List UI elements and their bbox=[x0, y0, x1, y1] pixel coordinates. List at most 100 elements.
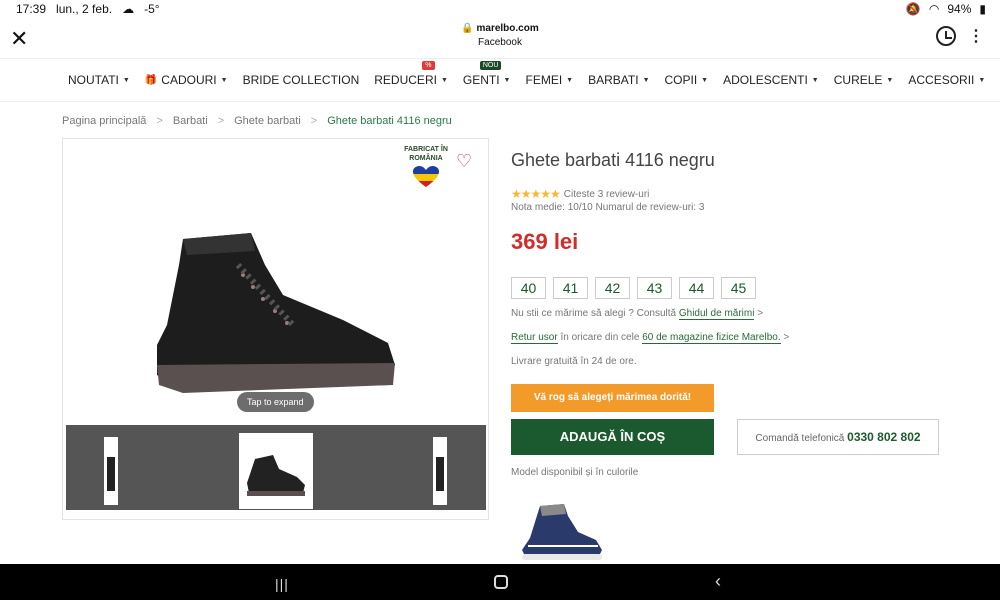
breadcrumb-separator: > bbox=[310, 115, 318, 127]
home-icon[interactable] bbox=[494, 575, 508, 589]
more-menu-icon[interactable]: ⋮ bbox=[968, 26, 984, 46]
breadcrumb-separator: > bbox=[156, 115, 163, 127]
nav-item-femei[interactable]: FEMEI ▼ bbox=[525, 73, 573, 87]
thumbnail-image-selected[interactable] bbox=[239, 433, 313, 509]
history-icon[interactable] bbox=[936, 26, 956, 46]
nav-item-genti[interactable]: GENTI ▼ NOU bbox=[462, 61, 510, 87]
thumbnail-image[interactable] bbox=[104, 437, 118, 505]
made-in-line1: FABRICAT ÎN bbox=[404, 146, 448, 153]
add-to-cart-button[interactable]: ADAUGĂ ÎN COȘ bbox=[511, 419, 714, 455]
nav-item-label: FEMEI bbox=[525, 73, 563, 87]
weather-icon: ☁ bbox=[122, 2, 135, 16]
nav-item-label: CURELE bbox=[833, 73, 883, 87]
choose-size-button[interactable]: Vă rog să alegeți mărimea dorită! bbox=[511, 384, 714, 412]
caret-down-icon: ▼ bbox=[440, 76, 448, 84]
stores-link[interactable]: 60 de magazine fizice Marelbo. bbox=[642, 332, 781, 344]
nav-item-label: CADOURI bbox=[161, 73, 217, 87]
return-text: în oricare din cele bbox=[560, 332, 640, 343]
size-option-44[interactable]: 44 bbox=[679, 277, 714, 299]
size-option-45[interactable]: 45 bbox=[721, 277, 756, 299]
romania-heart-icon bbox=[413, 166, 439, 187]
size-selector: 40 41 42 43 44 45 bbox=[511, 277, 756, 299]
nav-badge: NOU bbox=[479, 61, 502, 70]
lock-icon: 🔒 bbox=[461, 23, 474, 34]
nav-item-label: COPII bbox=[664, 73, 698, 87]
phone-number: 0330 802 802 bbox=[847, 430, 921, 444]
nav-item-cadouri[interactable]: 🎁 CADOURI ▼ bbox=[145, 73, 228, 87]
url-box[interactable]: 🔒 marelbo.com Facebook bbox=[0, 23, 1000, 48]
status-temp: -5° bbox=[144, 2, 160, 16]
thumbnail-strip bbox=[66, 425, 486, 510]
status-bar: 17:39 lun., 2 feb. ☁ -5° 🔕 ◠ 94% ▮ bbox=[0, 0, 1000, 20]
android-nav-bar: ||| ‹ bbox=[0, 564, 1000, 600]
rating-stars-icon: ★★★★★ bbox=[511, 187, 561, 201]
status-time: 17:39 bbox=[16, 2, 47, 16]
caret-down-icon: ▼ bbox=[978, 76, 986, 84]
back-icon[interactable]: ‹ bbox=[715, 571, 721, 592]
nav-item-barbati[interactable]: BARBATI ▼ bbox=[588, 73, 649, 87]
url-subtitle: Facebook bbox=[478, 37, 522, 48]
nav-item-reduceri[interactable]: REDUCERI ▼% bbox=[374, 61, 448, 87]
size-guide-row: Nu stii ce mărime să alegi ? Consultă Gh… bbox=[511, 308, 764, 320]
made-in-line2: ROMÂNIA bbox=[409, 155, 443, 162]
reviews-link[interactable]: Citeste 3 review-uri bbox=[564, 189, 650, 200]
wishlist-heart-icon[interactable]: ♡ bbox=[456, 151, 472, 172]
recent-apps-icon[interactable]: ||| bbox=[275, 576, 289, 592]
status-date: lun., 2 feb. bbox=[56, 2, 113, 16]
nav-item-accesorii[interactable]: ACCESORII ▼ bbox=[908, 73, 985, 87]
caret-down-icon: ▼ bbox=[642, 76, 650, 84]
caret-down-icon: ▼ bbox=[220, 76, 228, 84]
nav-item-label: ACCESORII bbox=[908, 73, 975, 87]
nav-item-label: GENTI bbox=[462, 73, 500, 87]
caret-down-icon: ▼ bbox=[811, 76, 819, 84]
breadcrumb-ghete[interactable]: Ghete barbati bbox=[234, 115, 301, 127]
made-in-romania-badge: FABRICAT ÎN ROMÂNIA bbox=[398, 145, 454, 191]
nav-item-bride-collection[interactable]: BRIDE COLLECTION bbox=[243, 73, 360, 87]
nav-item-copii[interactable]: COPII ▼ bbox=[665, 73, 709, 87]
nav-item-adolescenti[interactable]: ADOLESCENTI ▼ bbox=[723, 73, 819, 87]
nav-item-label: REDUCERI bbox=[374, 73, 437, 87]
thumbnail-image[interactable] bbox=[433, 437, 447, 505]
wifi-icon: ◠ bbox=[928, 2, 940, 16]
phone-order-button[interactable]: Comandă telefonică 0330 802 802 bbox=[737, 419, 939, 455]
caret-down-icon: ▼ bbox=[886, 76, 894, 84]
caret-down-icon: ▼ bbox=[566, 76, 574, 84]
product-main-image[interactable] bbox=[143, 225, 403, 395]
size-option-43[interactable]: 43 bbox=[637, 277, 672, 299]
tap-to-expand-label[interactable]: Tap to expand bbox=[237, 392, 314, 412]
model-colors-text: Model disponibil și în culorile bbox=[511, 467, 639, 478]
phone-order-label: Comandă telefonică bbox=[755, 433, 845, 444]
size-guide-link[interactable]: Ghidul de mărimi bbox=[678, 308, 755, 320]
size-option-41[interactable]: 41 bbox=[553, 277, 588, 299]
product-gallery: FABRICAT ÎN ROMÂNIA ♡ Tap to expand bbox=[62, 138, 489, 520]
breadcrumb-separator: > bbox=[217, 115, 225, 127]
mute-icon: 🔕 bbox=[905, 2, 921, 16]
arrow-icon: > bbox=[757, 308, 764, 319]
color-variant-thumbnail[interactable] bbox=[518, 502, 604, 564]
size-guide-question: Nu stii ce mărime să alegi ? Consultă bbox=[511, 308, 677, 319]
nav-item-curele[interactable]: CURELE ▼ bbox=[834, 73, 894, 87]
breadcrumb-home[interactable]: Pagina principală bbox=[62, 115, 146, 127]
main-nav: NOUTATI ▼ 🎁 CADOURI ▼ BRIDE COLLECTION REDUCER… bbox=[0, 58, 1000, 102]
return-link[interactable]: Retur usor bbox=[511, 332, 558, 344]
arrow-icon: > bbox=[783, 332, 790, 343]
nav-item-noutati[interactable]: NOUTATI ▼ bbox=[68, 73, 130, 87]
size-option-40[interactable]: 40 bbox=[511, 277, 546, 299]
delivery-text: Livrare gratuită în 24 de ore. bbox=[511, 356, 637, 367]
caret-down-icon: ▼ bbox=[122, 76, 130, 84]
nav-item-label: BRIDE COLLECTION bbox=[242, 73, 360, 87]
size-option-42[interactable]: 42 bbox=[595, 277, 630, 299]
nav-item-label: BARBATI bbox=[588, 73, 639, 87]
browser-bar: ✕ 🔒 marelbo.com Facebook ⋮ bbox=[0, 20, 1000, 58]
product-rating: ★★★★★ Citeste 3 review-uri bbox=[511, 187, 649, 201]
product-title: Ghete barbati 4116 negru bbox=[511, 150, 715, 170]
nav-badge: % bbox=[422, 61, 435, 70]
return-row: Retur usor în oricare din cele 60 de mag… bbox=[511, 332, 790, 344]
product-price: 369 lei bbox=[511, 229, 579, 254]
breadcrumb-barbati[interactable]: Barbati bbox=[173, 115, 208, 127]
battery-icon: ▮ bbox=[979, 2, 986, 16]
caret-down-icon: ▼ bbox=[701, 76, 709, 84]
status-battery: 94% bbox=[947, 2, 972, 16]
nav-item-label: NOUTATI bbox=[68, 73, 119, 87]
nav-item-label: ADOLESCENTI bbox=[723, 73, 808, 87]
